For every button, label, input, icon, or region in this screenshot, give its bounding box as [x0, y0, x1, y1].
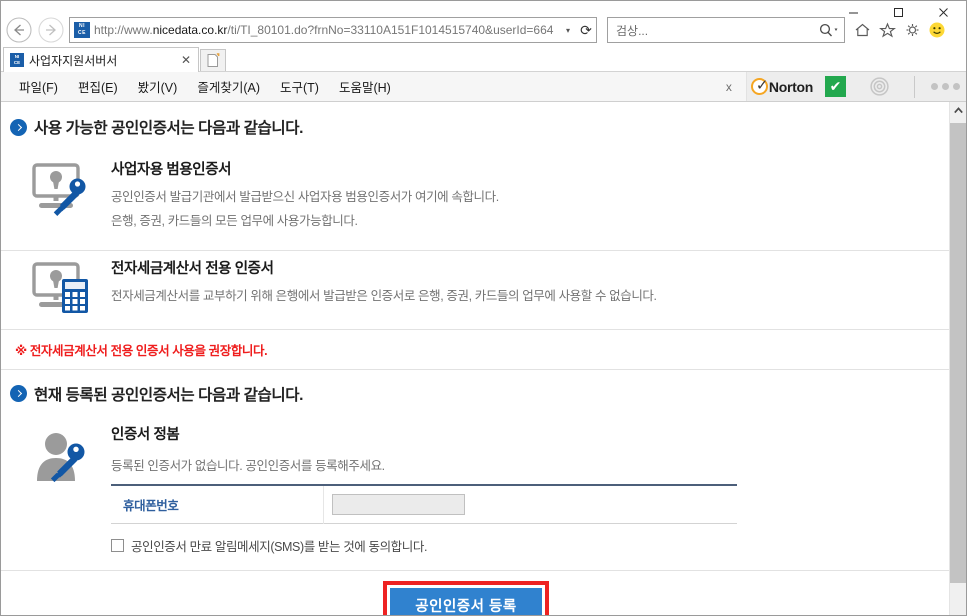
- back-button[interactable]: [3, 14, 35, 46]
- vertical-scrollbar[interactable]: [949, 102, 966, 615]
- section-2-title: 현재 등록된 공인인증서는 다음과 같습니다.: [34, 386, 304, 404]
- chevron-right-circle-icon: [10, 385, 27, 403]
- chevron-up-icon: [953, 107, 963, 114]
- scrollbar-track[interactable]: [950, 119, 966, 615]
- norton-brand-label: Norton: [768, 78, 813, 95]
- title-bar: [1, 1, 966, 17]
- certificate-info-body: 인증서 정봄 등록된 인증서가 없습니다. 공인인증서를 등록해주세요. 휴대폰…: [111, 421, 935, 569]
- forward-button[interactable]: [35, 14, 67, 46]
- menu-item-edit[interactable]: 편집(E): [68, 77, 128, 96]
- refresh-icon[interactable]: ⟳: [576, 22, 596, 39]
- new-tab-button[interactable]: [200, 49, 226, 72]
- section-1-header: 사용 가능한 공인인증서는 다음과 같습니다.: [1, 116, 949, 138]
- scrollbar-thumb[interactable]: [950, 123, 966, 584]
- primary-action-section: 공인인증서 등록: [1, 569, 949, 615]
- norton-status-badge[interactable]: ✔: [825, 76, 846, 98]
- menu-item-tools[interactable]: 도구(T): [270, 77, 329, 96]
- close-icon: [939, 7, 948, 17]
- person-key-icon: [15, 421, 111, 569]
- norton-toolbar[interactable]: ✓ Norton ✔: [745, 72, 966, 102]
- identity-safe-icon[interactable]: [868, 76, 890, 97]
- back-arrow-icon: [6, 17, 32, 43]
- search-box[interactable]: 검상...: [607, 17, 845, 44]
- sms-agreement-row[interactable]: 공인인증서 만료 알림메세지(SMS)를 받는 것에 동의합니다.: [111, 536, 935, 569]
- page-viewport: 사용 가능한 공인인증서는 다음과 같습니다. 사업자용 범용인증서 공인인증서…: [1, 102, 966, 615]
- minimize-icon: [849, 12, 858, 13]
- new-tab-icon: [207, 53, 220, 68]
- phone-label: 휴대폰번호: [111, 484, 324, 524]
- certificate-empty-message: 등록된 인증서가 없습니다. 공인인증서를 등록해주세요.: [111, 458, 385, 473]
- certificate-general-line-1: 공인인증서 발급기관에서 발급받으신 사업자용 범용인증서가 여기에 속합니다.: [111, 190, 499, 205]
- tab-label: 사업자지원서버서: [29, 53, 118, 68]
- table-row: 휴대폰번호: [111, 484, 737, 524]
- recommendation-text: ※ 전자세금계산서 전용 인증서 사용을 권장합니다.: [15, 343, 268, 358]
- chevron-right-circle-icon: [10, 118, 27, 136]
- sms-agreement-checkbox[interactable]: [111, 538, 124, 552]
- toolbar-divider: [914, 75, 915, 98]
- tab-strip: NI CE 사업자지원서버서 ✕: [1, 46, 966, 73]
- monitor-calculator-icon: [15, 253, 111, 317]
- certificate-info-title: 인증서 정봄: [111, 426, 180, 443]
- certificate-general-body: 사업자용 범용인증서 공인인증서 발급기관에서 발급받으신 사업자용 범용인증서…: [111, 154, 935, 236]
- phone-value-cell: [323, 484, 737, 524]
- button-highlight-box: 공인인증서 등록: [383, 580, 549, 615]
- forward-arrow-icon: [38, 17, 64, 43]
- certificate-tax-line-1: 전자세금계산서를 교부하기 위해 은행에서 발급받은 인증서로 은행, 증권, …: [111, 288, 657, 303]
- page-content: 사용 가능한 공인인증서는 다음과 같습니다. 사업자용 범용인증서 공인인증서…: [1, 102, 949, 615]
- three-dots-icon[interactable]: [931, 83, 960, 91]
- minimize-button[interactable]: [831, 0, 876, 25]
- address-bar-row: NI CE http://www.nicedata.co.kr/ti/TI_801…: [1, 14, 966, 47]
- certificate-general-title: 사업자용 범용인증서: [111, 162, 232, 179]
- close-toolbar-button[interactable]: x: [712, 80, 746, 94]
- certificate-tax-title: 전자세금계산서 전용 인증서: [111, 260, 274, 277]
- certificate-tax-body: 전자세금계산서 전용 인증서 전자세금계산서를 교부하기 위해 은행에서 발급받…: [111, 253, 935, 317]
- url-text[interactable]: http://www.nicedata.co.kr/ti/TI_80101.do…: [94, 23, 560, 37]
- browser-window: NI CE http://www.nicedata.co.kr/ti/TI_801…: [0, 0, 967, 616]
- search-input[interactable]: 검상...: [608, 22, 814, 39]
- scroll-up-button[interactable]: [950, 102, 966, 120]
- phone-input[interactable]: [331, 493, 465, 515]
- section-1-title: 사용 가능한 공인인증서는 다음과 같습니다.: [34, 120, 304, 138]
- register-certificate-button[interactable]: 공인인증서 등록: [390, 587, 542, 615]
- menu-item-file[interactable]: 파일(F): [9, 77, 68, 96]
- close-button[interactable]: [921, 0, 966, 25]
- monitor-key-icon: [15, 154, 111, 236]
- nice-favicon: NI CE: [74, 22, 90, 39]
- certificate-row-general: 사업자용 범용인증서 공인인증서 발급기관에서 발급받으신 사업자용 범용인증서…: [1, 154, 949, 251]
- certificate-row-tax: 전자세금계산서 전용 인증서 전자세금계산서를 교부하기 위해 은행에서 발급받…: [1, 251, 949, 330]
- menu-item-view[interactable]: 봤기(V): [128, 77, 188, 96]
- chevron-down-icon[interactable]: ▾: [560, 26, 576, 35]
- browser-tab[interactable]: NI CE 사업자지원서버서 ✕: [3, 47, 199, 73]
- menu-item-favorites[interactable]: 즐게찾기(A): [187, 77, 270, 96]
- section-2-header: 현재 등록된 공인인증서는 다음과 같습니다.: [1, 383, 949, 405]
- norton-checkmark-icon: ✓: [750, 78, 769, 96]
- menu-toolbar-row: 파일(F) 편집(E) 봤기(V) 즐게찾기(A) 도구(T) 도움말(H) x…: [1, 72, 966, 103]
- recommendation-notice: ※ 전자세금계산서 전용 인증서 사용을 권장합니다.: [1, 330, 949, 370]
- menu-item-help[interactable]: 도움말(H): [329, 77, 401, 96]
- maximize-icon: [894, 7, 903, 17]
- phone-form-table: 휴대폰번호: [111, 483, 737, 524]
- tab-close-icon[interactable]: ✕: [176, 53, 196, 67]
- nice-favicon: NI CE: [10, 53, 24, 68]
- url-bar[interactable]: NI CE http://www.nicedata.co.kr/ti/TI_801…: [69, 17, 597, 44]
- menu-bar: 파일(F) 편집(E) 봤기(V) 즐게찾기(A) 도구(T) 도움말(H): [1, 77, 401, 96]
- certificate-info-row: 인증서 정봄 등록된 인증서가 없습니다. 공인인증서를 등록해주세요. 휴대폰…: [1, 421, 949, 569]
- certificate-general-line-2: 은행, 증권, 카드들의 모든 업무에 사용가능합니다.: [111, 214, 358, 229]
- maximize-button[interactable]: [876, 0, 921, 25]
- window-controls: [831, 0, 966, 25]
- sms-agreement-label[interactable]: 공인인증서 만료 알림메세지(SMS)를 받는 것에 동의합니다.: [131, 536, 427, 555]
